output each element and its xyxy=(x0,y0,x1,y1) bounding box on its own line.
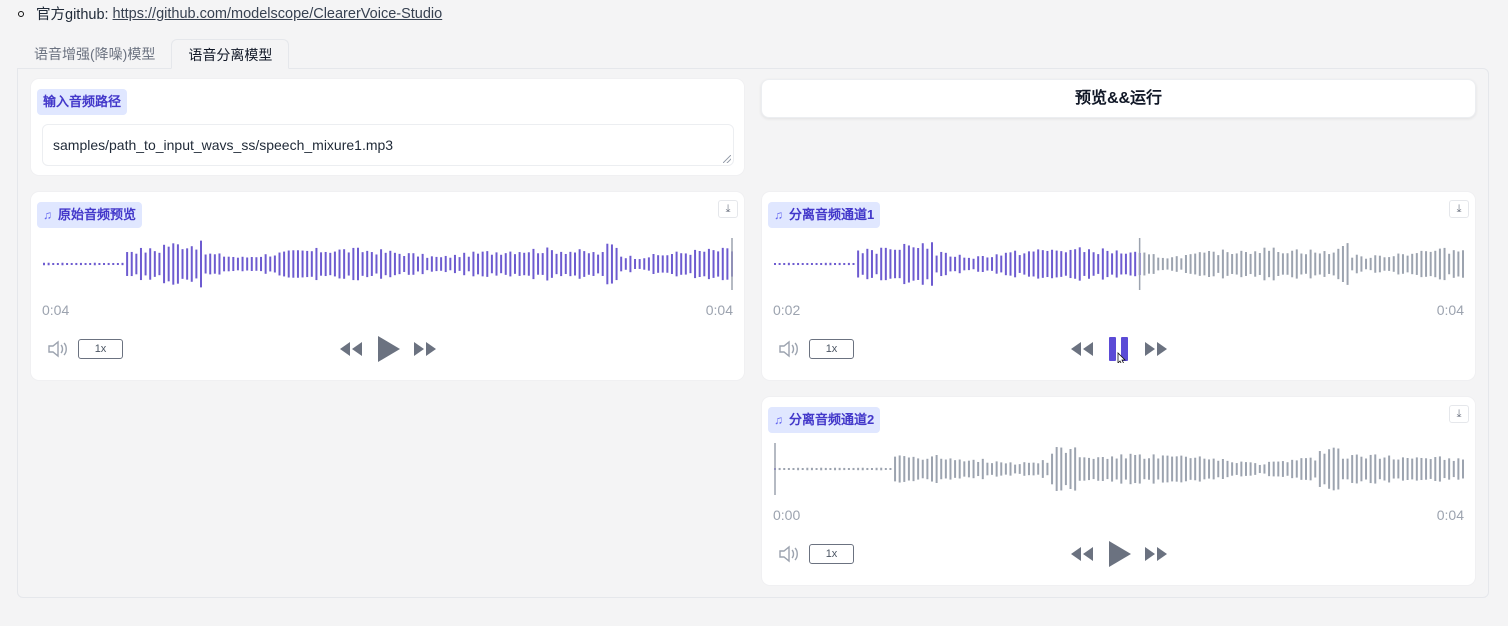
playback-speed-button[interactable]: 1x xyxy=(78,339,123,359)
transport xyxy=(339,335,437,363)
music-note-icon: ♫ xyxy=(43,208,52,222)
player-controls: 1x xyxy=(31,335,744,363)
download-icon[interactable]: ⤓ xyxy=(718,200,738,218)
playback-speed-button[interactable]: 1x xyxy=(809,339,854,359)
download-icon[interactable]: ⤓ xyxy=(1449,200,1469,218)
channel2-audio-label: ♫ 分离音频通道2 xyxy=(768,407,881,433)
volume-icon[interactable] xyxy=(47,339,69,359)
time-current: 0:02 xyxy=(773,302,801,318)
fast-forward-icon[interactable] xyxy=(1144,340,1168,358)
transport xyxy=(1070,335,1168,363)
player-controls: 1x xyxy=(762,335,1475,363)
play-icon[interactable] xyxy=(375,335,401,363)
time-current: 0:04 xyxy=(42,302,70,318)
rewind-icon[interactable] xyxy=(1070,545,1094,563)
time-total: 0:04 xyxy=(1436,302,1464,318)
volume-icon[interactable] xyxy=(778,544,800,564)
music-note-icon: ♫ xyxy=(774,413,783,427)
github-line: 官方github: https://github.com/modelscope/… xyxy=(18,3,442,24)
preview-run-button[interactable]: 预览&&运行 xyxy=(761,79,1476,118)
resize-grip-icon[interactable] xyxy=(723,155,731,163)
input-path-card: 输入音频路径 samples/path_to_input_wavs_ss/spe… xyxy=(31,79,744,175)
model-tabs: 语音增强(降噪)模型 语音分离模型 xyxy=(18,39,290,69)
playback-speed-button[interactable]: 1x xyxy=(809,544,854,564)
tab-separation[interactable]: 语音分离模型 xyxy=(171,39,290,69)
waveform[interactable] xyxy=(773,441,1465,497)
tab-enhancement[interactable]: 语音增强(降噪)模型 xyxy=(18,39,171,69)
channel2-audio-player: ♫ 分离音频通道2 ⤓ 0:00 0:04 1x xyxy=(762,397,1475,585)
fast-forward-icon[interactable] xyxy=(1144,545,1168,563)
rewind-icon[interactable] xyxy=(339,340,363,358)
time-total: 0:04 xyxy=(1436,507,1464,523)
volume-icon[interactable] xyxy=(778,339,800,359)
player-controls: 1x xyxy=(762,540,1475,568)
channel1-audio-label: ♫ 分离音频通道1 xyxy=(768,202,881,228)
circle-bullet-icon xyxy=(18,10,24,17)
waveform[interactable] xyxy=(42,236,734,292)
time-current: 0:00 xyxy=(773,507,801,523)
input-path-label: 输入音频路径 xyxy=(37,89,128,115)
play-icon[interactable] xyxy=(1106,540,1132,568)
rewind-icon[interactable] xyxy=(1070,340,1094,358)
original-audio-label: ♫ 原始音频预览 xyxy=(37,202,143,228)
download-icon[interactable]: ⤓ xyxy=(1449,405,1469,423)
pause-icon[interactable] xyxy=(1106,335,1132,363)
original-audio-player: ♫ 原始音频预览 ⤓ 0:04 0:04 1x xyxy=(31,192,744,380)
time-total: 0:04 xyxy=(705,302,733,318)
music-note-icon: ♫ xyxy=(774,208,783,222)
waveform[interactable] xyxy=(773,236,1465,292)
input-path-field[interactable]: samples/path_to_input_wavs_ss/speech_mix… xyxy=(42,124,734,166)
channel1-audio-player: ♫ 分离音频通道1 ⤓ 0:02 0:04 1x xyxy=(762,192,1475,380)
fast-forward-icon[interactable] xyxy=(413,340,437,358)
github-link[interactable]: https://github.com/modelscope/ClearerVoi… xyxy=(113,6,443,22)
transport xyxy=(1070,540,1168,568)
github-label: 官方github: xyxy=(36,7,109,23)
